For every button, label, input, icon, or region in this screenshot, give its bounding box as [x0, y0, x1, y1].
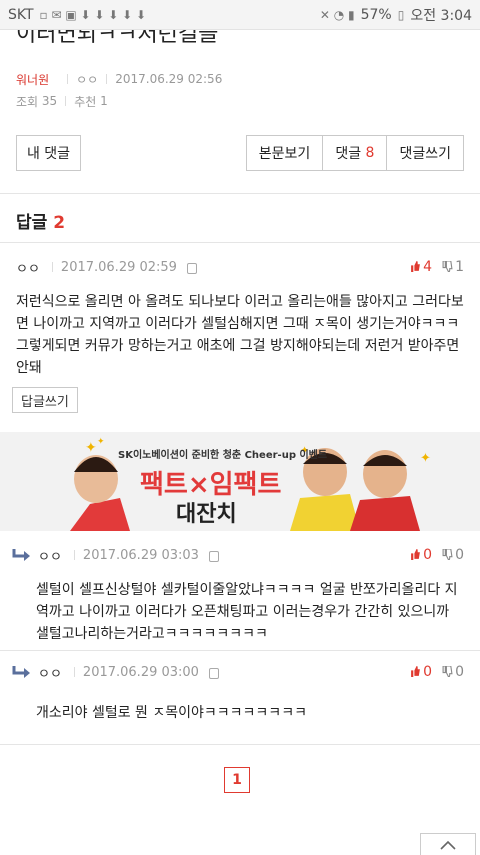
upvote-button[interactable]: 4 [410, 259, 432, 275]
comment-body: 개소리야 셀털로 뭔 ㅈ목이야ㅋㅋㅋㅋㅋㅋㅋㅋ [36, 705, 307, 721]
comments-button[interactable]: 댓글 8 [323, 135, 388, 171]
post-nick: ㅇㅇ [76, 72, 99, 87]
upvote-button[interactable]: 0 [410, 547, 432, 563]
thumbs-up-icon [411, 549, 421, 560]
divider [0, 650, 480, 651]
chevron-up-icon [440, 840, 456, 850]
comment-body: 저런식으로 올리면 아 올려도 되나보다 이러고 올리는애들 많아지고 그러다보… [16, 294, 464, 376]
ad-banner[interactable]: ✦ ✦ ✦ ✦ SK이노베이션이 준비한 청춘 Cheer-up 이벤트 팩트×… [0, 432, 480, 531]
upvote-count: 0 [423, 664, 433, 680]
my-comments-button[interactable]: 내 댓글 [16, 135, 81, 171]
views-count: 35 [41, 94, 58, 108]
comment-nick: ㅇㅇ [38, 549, 62, 565]
post-meta: 워너원 ㅇㅇ 2017.06.29 02:56 조회 35 추천 1 [0, 60, 480, 112]
thumbs-down-icon [442, 666, 453, 677]
comment-date: 2017.06.29 03:03 [82, 547, 199, 563]
reply-item: ㅇㅇ 2017.06.29 03:03 0 0 셀털이 셀프신상털야 셀카털이줄… [0, 543, 480, 645]
comment-date: 2017.06.29 02:59 [60, 259, 177, 275]
divider [73, 667, 75, 677]
scroll-top-button[interactable] [420, 833, 476, 855]
reply-section-title: 답글 2 [16, 208, 65, 233]
lock-icon [208, 667, 219, 679]
battery-icon: ▯ [397, 7, 405, 22]
divider [0, 242, 480, 243]
post-title: 이러면되ㅋㅋ저런걸들 [16, 30, 219, 47]
battery-label: 57% [360, 6, 392, 23]
reply-write-button[interactable]: 답글쓰기 [12, 387, 78, 413]
comment-item: ㅇㅇ 2017.06.29 02:59 4 1 저런식으로 올리면 아 올려도 … [0, 255, 480, 413]
thumbs-down-icon [442, 549, 453, 560]
divider [65, 96, 67, 106]
post-date: 2017.06.29 02:56 [115, 72, 223, 86]
thumbs-up-icon [411, 261, 421, 272]
post-author[interactable]: 워너원 [16, 71, 49, 88]
svg-text:✦: ✦ [85, 440, 97, 456]
reply-count: 2 [53, 213, 66, 233]
divider [73, 550, 75, 560]
downvote-button[interactable]: 0 [442, 664, 464, 680]
comment-body: 셀털이 셀프신상털야 셀카털이줄알았냐ㅋㅋㅋㅋ 얼굴 반쪼가리올리다 지역까고 … [36, 582, 458, 642]
downvote-button[interactable]: 0 [442, 547, 464, 563]
pagination-current[interactable]: 1 [224, 767, 250, 793]
carrier-label: SKT [8, 6, 34, 23]
thumbs-up-icon [411, 666, 421, 677]
likes-count: 1 [100, 94, 108, 108]
reply-arrow-icon [12, 666, 30, 678]
svg-text:✦: ✦ [97, 437, 105, 447]
upvote-count: 0 [423, 547, 433, 563]
reply-label: 답글 [16, 213, 48, 233]
comments-count: 8 [365, 145, 375, 161]
comment-votes: 0 0 [410, 547, 464, 563]
downvote-count: 0 [455, 547, 464, 563]
downvote-count: 0 [455, 664, 464, 680]
comment-nick: ㅇㅇ [38, 666, 62, 682]
svg-text:✦: ✦ [420, 451, 431, 466]
write-comment-button[interactable]: 댓글쓰기 [387, 135, 464, 171]
downvote-button[interactable]: 1 [442, 259, 464, 275]
upvote-count: 4 [423, 259, 433, 275]
divider [0, 193, 480, 194]
ad-headline-2: 대잔치 [176, 502, 237, 527]
reply-item: ㅇㅇ 2017.06.29 03:00 0 0 개소리야 셀털로 뭔 ㅈ목이야ㅋ… [0, 660, 480, 724]
view-body-button[interactable]: 본문보기 [245, 135, 324, 171]
divider [0, 744, 480, 745]
comment-date: 2017.06.29 03:00 [82, 664, 199, 680]
likes-label: 추천 [74, 94, 97, 109]
clock-label: 오전 3:04 [410, 7, 472, 24]
comment-votes: 4 1 [410, 259, 464, 275]
divider [67, 74, 69, 84]
divider [51, 262, 53, 272]
comment-meta: ㅇㅇ 2017.06.29 03:00 0 0 [0, 660, 480, 684]
comment-nick: ㅇㅇ [16, 261, 40, 277]
ad-subtitle: SK이노베이션이 준비한 청춘 Cheer-up 이벤트 [118, 450, 328, 461]
comment-meta: ㅇㅇ 2017.06.29 02:59 4 1 [0, 255, 480, 279]
comment-meta: ㅇㅇ 2017.06.29 03:03 0 0 [0, 543, 480, 567]
comment-votes: 0 0 [410, 664, 464, 680]
downvote-count: 1 [455, 259, 464, 275]
thumbs-down-icon [442, 261, 453, 272]
upvote-button[interactable]: 0 [410, 664, 432, 680]
lock-icon [208, 550, 219, 562]
reply-arrow-icon [12, 549, 30, 561]
comments-label: 댓글 [335, 146, 362, 162]
notification-icons: ▫ ✉ ▣ ⬇ ⬇ ⬇ ⬇ ⬇ [39, 7, 147, 22]
views-label: 조회 [16, 94, 39, 109]
signal-icon: ✕ ◔ ▮ [319, 7, 355, 22]
lock-icon [186, 262, 197, 274]
divider [106, 74, 108, 84]
status-bar: SKT ▫ ✉ ▣ ⬇ ⬇ ⬇ ⬇ ⬇ ✕ ◔ ▮ 57% ▯ 오전 3:04 [0, 0, 480, 30]
action-buttons: 본문보기 댓글 8 댓글쓰기 [245, 135, 464, 171]
